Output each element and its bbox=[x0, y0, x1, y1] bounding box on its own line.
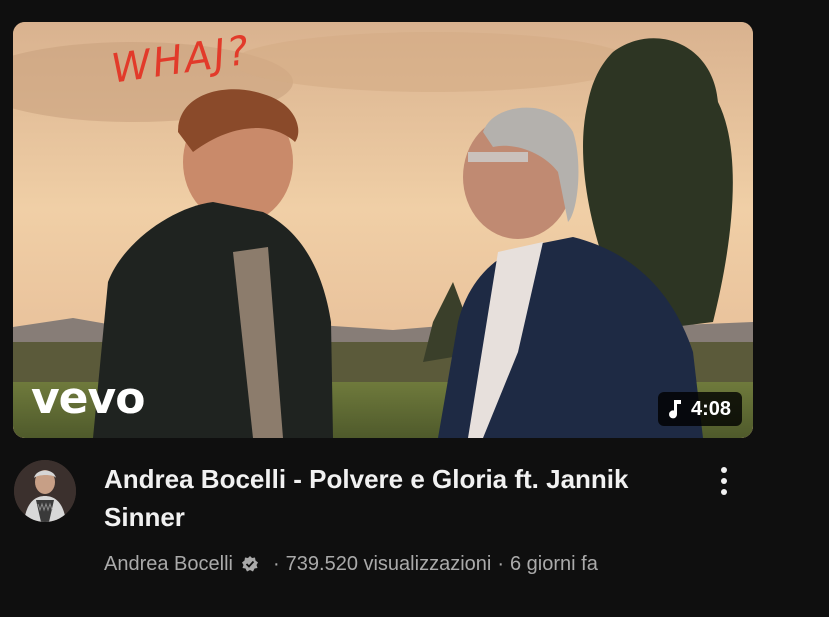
verified-badge-icon bbox=[241, 556, 258, 572]
video-metadata: Andrea Bocelli · 739.520 visualizzazioni… bbox=[104, 550, 598, 578]
separator: · bbox=[272, 553, 280, 575]
video-thumbnail[interactable]: WHAJ? vevo 4:08 bbox=[13, 22, 753, 438]
duration-badge: 4:08 bbox=[657, 392, 742, 426]
vevo-logo: vevo bbox=[31, 373, 145, 424]
upload-age: 6 giorni fa bbox=[510, 553, 598, 575]
music-note-icon bbox=[668, 400, 681, 419]
duration-text: 4:08 bbox=[690, 397, 731, 420]
channel-avatar[interactable] bbox=[14, 460, 76, 522]
avatar-image bbox=[14, 460, 76, 522]
video-title[interactable]: Andrea Bocelli - Polvere e Gloria ft. Ja… bbox=[104, 460, 664, 536]
separator: · bbox=[497, 553, 504, 575]
view-count: 739.520 visualizzazioni bbox=[285, 553, 492, 575]
channel-name[interactable]: Andrea Bocelli bbox=[104, 550, 233, 578]
more-vert-icon[interactable] bbox=[708, 463, 740, 499]
